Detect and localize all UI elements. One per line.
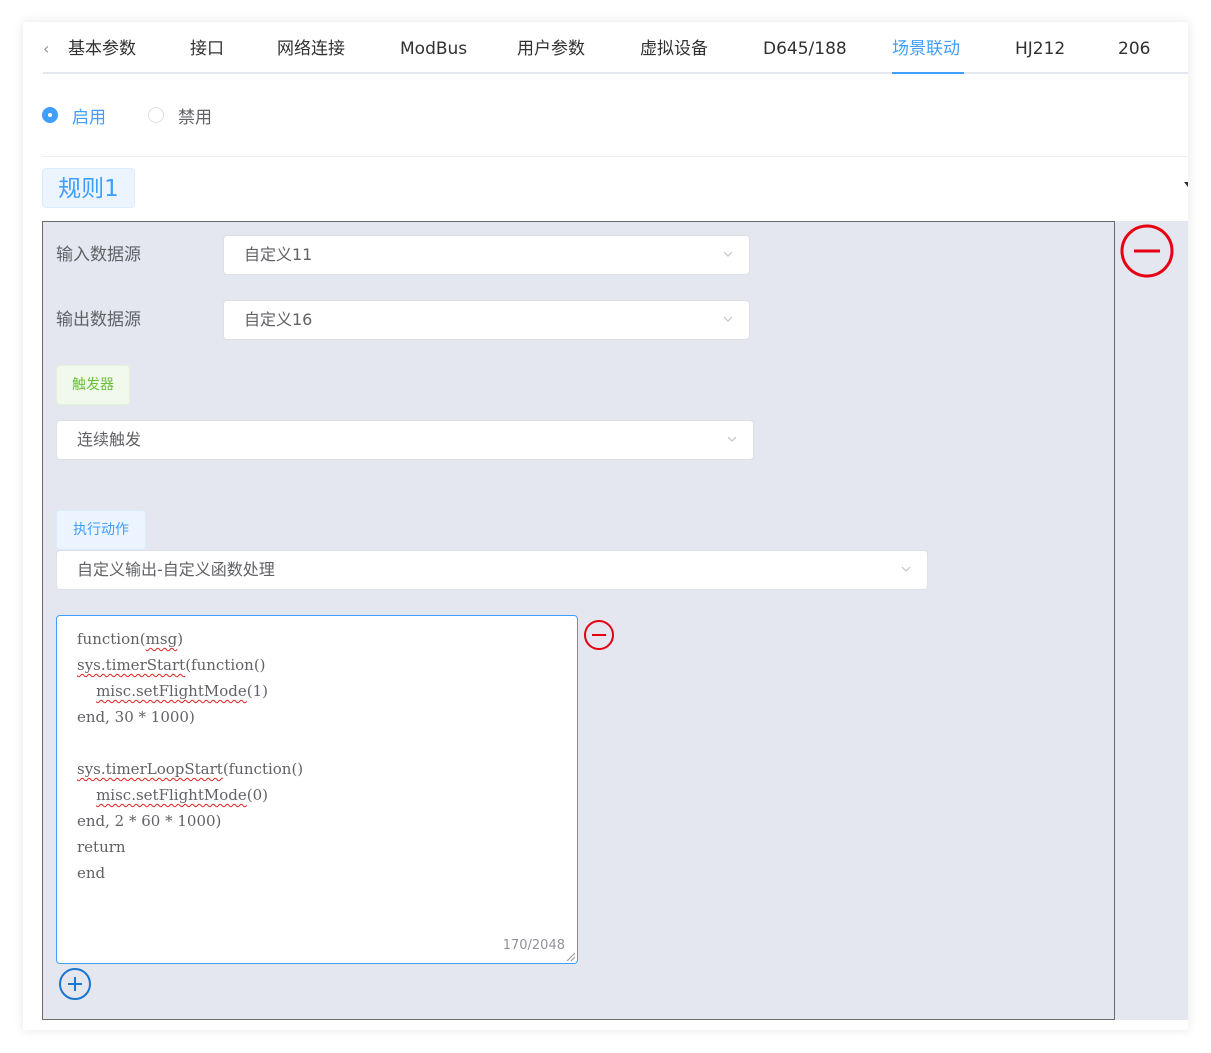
- code-token: (0): [246, 786, 268, 804]
- disable-radio[interactable]: 禁用: [148, 104, 212, 128]
- trigger-select[interactable]: 连续触发: [56, 420, 754, 460]
- action-value: 自定义输出-自定义函数处理: [77, 560, 275, 579]
- chevron-down-icon: [727, 436, 737, 442]
- tab-modbus[interactable]: ModBus: [400, 38, 467, 60]
- add-action-button[interactable]: [58, 967, 92, 1001]
- rule-title[interactable]: 规则1: [42, 168, 135, 208]
- trigger-tag: 触发器: [56, 365, 130, 405]
- tab-basic-params[interactable]: 基本参数: [68, 38, 136, 60]
- tab-interface[interactable]: 接口: [190, 38, 224, 60]
- chevron-down-icon: [723, 316, 733, 322]
- disable-radio-label: 禁用: [178, 107, 212, 128]
- spellcheck-error: misc.setFlightMode: [96, 786, 247, 804]
- code-content[interactable]: function(msg) sys.timerStart(function() m…: [77, 626, 303, 886]
- resize-handle-icon[interactable]: [565, 951, 575, 961]
- tab-user-params[interactable]: 用户参数: [517, 38, 585, 60]
- code-token: ): [177, 630, 184, 648]
- radio-checked-icon: [42, 107, 58, 123]
- code-line: sys.timerLoopStart(function(): [77, 756, 303, 782]
- tab-d645[interactable]: D645/188: [763, 38, 847, 60]
- code-line: return: [77, 834, 303, 860]
- trigger-value: 连续触发: [77, 430, 142, 449]
- char-counter: 170/2048: [502, 938, 565, 953]
- code-line: end, 2 * 60 * 1000): [77, 808, 303, 834]
- code-line: misc.setFlightMode(0): [77, 782, 303, 808]
- tab-hj212[interactable]: HJ212: [1015, 38, 1065, 60]
- spellcheck-error: misc.setFlightMode: [96, 682, 247, 700]
- tab-network[interactable]: 网络连接: [277, 38, 345, 60]
- code-line: sys.timerStart(function(): [77, 652, 303, 678]
- settings-card: ‹ 基本参数 接口 网络连接 ModBus 用户参数 虚拟设备 D645/188…: [23, 22, 1188, 1030]
- spellcheck-error: msg: [145, 630, 178, 648]
- code-token: (function(): [185, 656, 266, 674]
- output-source-select[interactable]: 自定义16: [223, 300, 750, 340]
- tab-bar: ‹ 基本参数 接口 网络连接 ModBus 用户参数 虚拟设备 D645/188…: [23, 22, 1188, 74]
- rule-side-panel: [1115, 221, 1188, 1020]
- tab-scene-linkage[interactable]: 场景联动: [892, 38, 960, 60]
- code-token: (1): [246, 682, 268, 700]
- input-source-value: 自定义11: [244, 245, 313, 264]
- code-token: end, 2 * 60 * 1000): [77, 812, 222, 830]
- tab-virtual-device[interactable]: 虚拟设备: [640, 38, 708, 60]
- tab-bar-underline: [43, 72, 1188, 74]
- rule-panel: 输入数据源 自定义11 输出数据源 自定义16 触发器 连续触发 执行动作 自定…: [42, 221, 1115, 1020]
- spellcheck-error: sys.timerLoopStart: [77, 760, 223, 778]
- active-tab-indicator: [892, 72, 964, 74]
- code-line: end, 30 * 1000): [77, 704, 303, 730]
- tab-206[interactable]: 206: [1118, 38, 1150, 60]
- divider: [42, 156, 1188, 157]
- input-source-label: 输入数据源: [56, 245, 141, 265]
- radio-unchecked-icon: [148, 107, 164, 123]
- spellcheck-error: sys.timerStart: [77, 656, 186, 674]
- action-tag: 执行动作: [56, 510, 146, 550]
- code-line: misc.setFlightMode(1): [77, 678, 303, 704]
- code-token: function(: [77, 630, 146, 648]
- remove-action-button[interactable]: [583, 619, 615, 651]
- chevron-down-icon: [901, 566, 911, 572]
- tab-scroll-left-icon[interactable]: ‹: [43, 40, 57, 58]
- output-source-label: 输出数据源: [56, 310, 141, 330]
- code-line: function(msg): [77, 626, 303, 652]
- code-textarea[interactable]: function(msg) sys.timerStart(function() m…: [56, 615, 578, 964]
- action-select[interactable]: 自定义输出-自定义函数处理: [56, 550, 928, 590]
- chevron-down-icon: [723, 251, 733, 257]
- code-token: end, 30 * 1000): [77, 708, 195, 726]
- remove-rule-button[interactable]: [1119, 223, 1175, 279]
- enable-radio-label: 启用: [72, 107, 106, 128]
- code-token: (function(): [222, 760, 304, 778]
- code-line: ​: [77, 730, 303, 756]
- enable-radio[interactable]: 启用: [42, 104, 106, 128]
- code-token: end: [77, 864, 106, 882]
- collapse-caret-icon[interactable]: [1184, 182, 1188, 187]
- code-line: end: [77, 860, 303, 886]
- code-token: return: [77, 838, 126, 856]
- output-source-value: 自定义16: [244, 310, 313, 329]
- input-source-select[interactable]: 自定义11: [223, 235, 750, 275]
